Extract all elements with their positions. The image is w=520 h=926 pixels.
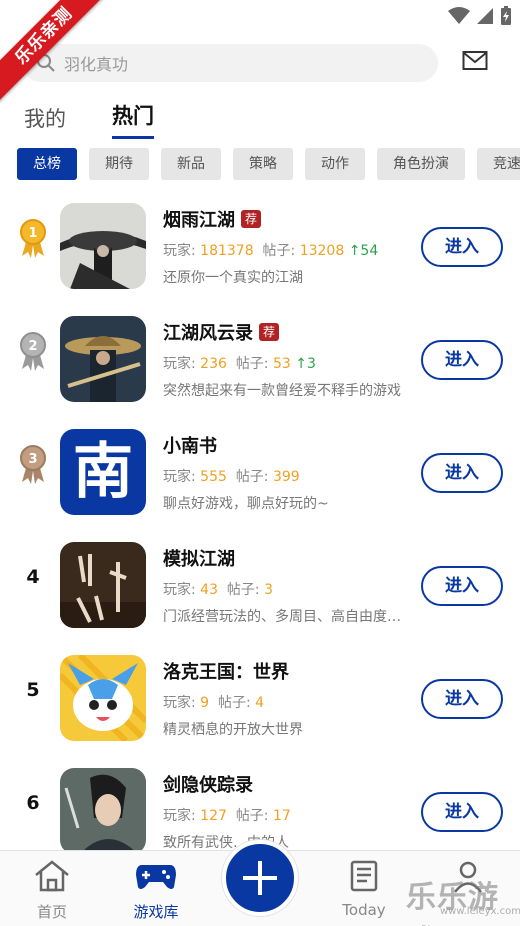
gamepad-icon	[136, 865, 176, 889]
chip-new[interactable]: 新品	[161, 148, 221, 180]
top-tabs: 我的 热门	[24, 100, 154, 139]
game-info: 江湖风云录 荐 玩家: 236 帖子: 53 ↑3 突然想起来有一款曾经爱不释手…	[163, 319, 413, 400]
gold-medal-icon: 1	[18, 218, 48, 258]
signal-icon	[477, 8, 493, 24]
chip-strategy[interactable]: 策略	[233, 148, 293, 180]
plus-icon	[243, 861, 277, 895]
game-info: 模拟江湖 玩家: 43 帖子: 3 门派经营玩法的、多周目、高自由度武侠	[163, 545, 413, 626]
game-desc: 致所有武侠…中的人	[163, 835, 289, 851]
game-icon[interactable]	[60, 316, 146, 402]
game-stats: 玩家: 236 帖子: 53 ↑3	[163, 356, 316, 372]
list-item[interactable]: 3 南 小南书 玩家: 555 帖子: 399 聊点好游戏，聊点好玩的~ 进入	[0, 416, 520, 529]
game-title: 烟雨江湖	[163, 210, 235, 231]
recommend-badge: 荐	[259, 323, 280, 341]
game-info: 洛克王国：世界 玩家: 9 帖子: 4 精灵栖息的开放大世界	[163, 658, 413, 739]
enter-button[interactable]: 进入	[421, 340, 503, 380]
watermark-url: www.leleyx.com	[440, 906, 520, 917]
nav-game-library[interactable]: 游戏库	[116, 859, 196, 922]
news-icon	[350, 860, 378, 892]
recommend-badge: 荐	[241, 210, 262, 228]
game-icon[interactable]	[60, 203, 146, 289]
rank-number: 4	[26, 566, 40, 588]
game-title: 洛克王国：世界	[163, 662, 289, 683]
svg-text:3: 3	[28, 452, 37, 467]
game-icon[interactable]: 南	[60, 429, 146, 515]
rank-number: 5	[26, 679, 40, 701]
add-button[interactable]	[222, 840, 298, 916]
game-stats: 玩家: 9 帖子: 4	[163, 695, 265, 711]
game-stats: 玩家: 181378 帖子: 13208 ↑54	[163, 243, 379, 259]
game-info: 烟雨江湖 荐 玩家: 181378 帖子: 13208 ↑54 还原你一个真实的…	[163, 206, 413, 287]
game-title: 小南书	[163, 436, 217, 457]
game-stats: 玩家: 555 帖子: 399	[163, 469, 300, 485]
wifi-icon	[448, 7, 470, 24]
list-item[interactable]: 2 江湖风云录 荐 玩家: 236 帖子: 53 ↑3 突然想起来有一款曾经爱不…	[0, 303, 520, 416]
game-icon[interactable]	[60, 655, 146, 741]
mail-icon	[462, 51, 488, 70]
svg-text:1: 1	[28, 226, 37, 241]
game-info: 剑隐侠踪录 玩家: 127 帖子: 17 致所有武侠…中的人	[163, 771, 413, 852]
game-info: 小南书 玩家: 555 帖子: 399 聊点好游戏，聊点好玩的~	[163, 432, 413, 513]
nav-today[interactable]: Today	[324, 859, 404, 919]
game-title: 模拟江湖	[163, 549, 235, 570]
game-desc: 门派经营玩法的、多周目、高自由度武侠	[163, 609, 413, 625]
chip-expected[interactable]: 期待	[89, 148, 149, 180]
search-placeholder: 羽化真功	[64, 55, 129, 74]
battery-icon	[501, 6, 511, 25]
enter-button[interactable]: 进入	[421, 792, 503, 832]
game-stats: 玩家: 43 帖子: 3	[163, 582, 273, 598]
tab-mine[interactable]: 我的	[24, 103, 66, 139]
mail-button[interactable]	[462, 50, 490, 74]
nav-home[interactable]: 首页	[12, 859, 92, 922]
game-title: 江湖风云录	[163, 323, 253, 344]
home-icon	[35, 860, 69, 892]
category-chips: 总榜 期待 新品 策略 动作 角色扮演 竞速	[17, 148, 520, 180]
game-desc: 聊点好游戏，聊点好玩的~	[163, 496, 329, 512]
chip-action[interactable]: 动作	[305, 148, 365, 180]
enter-button[interactable]: 进入	[421, 227, 503, 267]
game-stats: 玩家: 127 帖子: 17	[163, 808, 291, 824]
game-icon[interactable]	[60, 768, 146, 854]
svg-text:2: 2	[28, 339, 37, 354]
chip-overall[interactable]: 总榜	[17, 148, 77, 180]
rank-number: 6	[26, 792, 40, 814]
watermark: 乐乐游戏	[406, 880, 499, 926]
game-desc: 还原你一个真实的江湖	[163, 270, 303, 286]
list-item[interactable]: 4 模拟江湖 玩家: 43 帖子: 3 门派经营玩法的、多周目、高自由度武侠 进…	[0, 529, 520, 642]
nav-label: Today	[342, 901, 386, 919]
chip-rpg[interactable]: 角色扮演	[377, 148, 465, 180]
bronze-medal-icon: 3	[18, 444, 48, 484]
game-icon[interactable]	[60, 542, 146, 628]
enter-button[interactable]: 进入	[421, 566, 503, 606]
game-desc: 精灵栖息的开放大世界	[163, 722, 303, 738]
nav-label: 游戏库	[133, 903, 179, 921]
chip-racing[interactable]: 竞速	[477, 148, 520, 180]
list-item[interactable]: 5 洛克王国：世界 玩家: 9 帖子: 4 精灵栖息的开放大世界 进入	[0, 642, 520, 755]
enter-button[interactable]: 进入	[421, 679, 503, 719]
tab-hot[interactable]: 热门	[112, 100, 154, 139]
enter-button[interactable]: 进入	[421, 453, 503, 493]
game-title: 剑隐侠踪录	[163, 775, 253, 796]
game-desc: 突然想起来有一款曾经爱不释手的游戏	[163, 383, 401, 399]
nav-label: 首页	[36, 903, 67, 921]
search-input[interactable]: 羽化真功	[22, 44, 438, 82]
silver-medal-icon: 2	[18, 331, 48, 371]
list-item[interactable]: 1 烟雨江湖 荐 玩家: 181378 帖子: 13208 ↑54 还原你一个真…	[0, 190, 520, 303]
